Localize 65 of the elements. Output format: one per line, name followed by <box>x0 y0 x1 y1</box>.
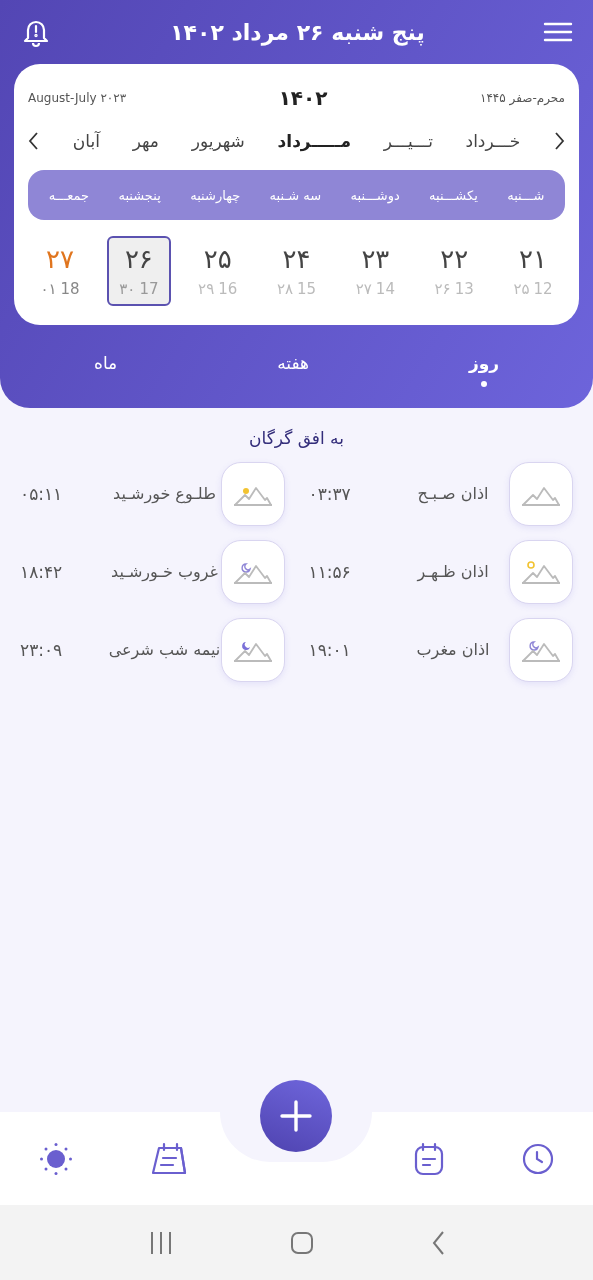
location-label: به افق گرگان <box>248 428 345 448</box>
gregorian-day: 13 <box>454 280 474 298</box>
weekday-label: جمعـــه <box>48 187 89 203</box>
weekday-label: سه شـنبه <box>269 187 322 203</box>
gregorian-months: August-July ۲۰۲۳ <box>28 91 127 105</box>
prayer-label: نیمه شب شرعی <box>108 639 221 661</box>
year-label: ۱۴۰۲ <box>278 86 328 110</box>
hijri-day: ۲۸ <box>276 280 294 298</box>
day-number: ۲۷ <box>46 244 74 274</box>
weekday-label: پنجشنبه <box>118 187 161 203</box>
prayer-label: اذان صـبـح <box>416 483 490 505</box>
home-icon[interactable] <box>289 1230 314 1255</box>
hijri-day: ۲۹ <box>198 280 215 298</box>
prayer-time: ۱۱:۵۶ <box>308 562 351 582</box>
hijri-day: ۳۰ <box>119 280 136 298</box>
hijri-day: ۲۵ <box>513 280 530 298</box>
calendar-icon[interactable] <box>414 1141 445 1176</box>
month-tab[interactable]: آبان <box>72 131 100 151</box>
gregorian-day: 16 <box>218 280 238 298</box>
gregorian-day: 15 <box>297 280 317 298</box>
day-number: ۲۶ <box>124 244 153 274</box>
back-icon[interactable] <box>430 1229 445 1256</box>
previous-icon[interactable] <box>553 131 565 151</box>
prayer-time: ۲۳:۰۹ <box>20 640 63 660</box>
hijri-day: ۰۱ <box>40 280 57 298</box>
gregorian-day: 12 <box>533 280 553 298</box>
hijri-day: ۲۶ <box>434 280 451 298</box>
day-number: ۲۵ <box>203 244 232 274</box>
clock-icon[interactable] <box>522 1142 555 1175</box>
sun-icon[interactable] <box>38 1141 73 1176</box>
weekday-label: شـــنبه <box>507 187 545 203</box>
hijri-months: محرم-صفر ۱۴۴۵ <box>479 91 565 105</box>
header-title: پنج شنبه ۲۶ مرداد ۱۴۰۲ <box>170 19 425 45</box>
gregorian-day: 18 <box>60 280 80 298</box>
menu-button[interactable] <box>543 21 573 43</box>
day-number: ۲۲ <box>440 244 469 274</box>
day-number: ۲۱ <box>519 244 547 274</box>
prayer-label: اذان مغرب <box>415 639 491 661</box>
day-number: ۲۴ <box>282 244 311 274</box>
notepad-icon[interactable] <box>150 1141 187 1176</box>
day-number: ۲۳ <box>361 244 390 274</box>
prayer-label: اذان ظـهـر <box>415 561 490 583</box>
gregorian-day: 17 <box>139 280 159 298</box>
weekday-label: چهارشنبه <box>190 187 241 203</box>
view-tab[interactable]: هفته <box>257 349 329 391</box>
prayer-time: ۰۵:۱۱ <box>20 484 63 504</box>
prayer-time: ۱۸:۴۲ <box>20 562 63 582</box>
view-tab[interactable]: ماه <box>74 349 138 391</box>
month-tab[interactable]: تـــیـــر <box>383 131 433 151</box>
next-icon[interactable] <box>28 131 41 151</box>
prayer-time: ۱۹:۰۱ <box>308 640 351 660</box>
hijri-day: ۲۷ <box>355 280 372 298</box>
view-tab[interactable]: روز <box>448 349 520 391</box>
prayer-label: طلـوع خورشـید <box>112 483 217 505</box>
weekday-label: دوشـــنبه <box>350 187 400 203</box>
plus-icon <box>279 1099 313 1133</box>
prayer-label: غروب خـورشـید <box>110 561 219 583</box>
month-tab[interactable]: مـــــرداد <box>277 131 351 151</box>
month-tab[interactable]: مهر <box>132 131 159 151</box>
gregorian-day: 14 <box>375 280 395 298</box>
recents-icon[interactable] <box>148 1230 173 1255</box>
month-tab[interactable]: شهریور <box>191 131 245 151</box>
weekday-label: یکشـــنبه <box>429 187 478 203</box>
month-tab[interactable]: خـــرداد <box>465 131 521 151</box>
prayer-time: ۰۳:۳۷ <box>308 484 351 504</box>
